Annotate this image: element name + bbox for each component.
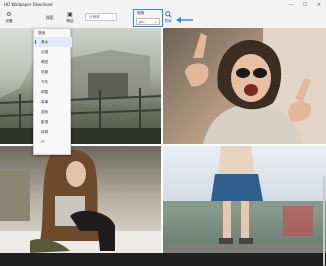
- wallpaper-image: [185, 28, 326, 144]
- arrow-left-icon: [176, 17, 193, 23]
- image-icon: ▣: [67, 11, 73, 18]
- dropdown-item[interactable]: 汽车: [34, 77, 72, 87]
- dropdown-item[interactable]: 体育: [34, 127, 72, 137]
- search-group: 搜索 girl ✕: [133, 9, 163, 27]
- minimize-button[interactable]: —: [284, 0, 298, 9]
- wallpaper-tile[interactable]: [163, 146, 326, 253]
- title-bar: HD Wallpaper Download — ☐ ✕: [0, 0, 326, 9]
- dropdown-item[interactable]: 军事: [34, 97, 72, 107]
- dropdown-item[interactable]: 风景: [34, 67, 72, 77]
- filter-label: 筛选: [66, 19, 74, 23]
- wallpaper-image: [0, 28, 161, 144]
- search-input[interactable]: girl ✕: [136, 18, 160, 25]
- toolbar: ⚙ 设置 搜索 ▣ 筛选 分辨率 ⌄ 搜索 girl ✕ 搜索: [0, 9, 326, 28]
- wallpaper-tile[interactable]: [0, 146, 161, 253]
- wallpaper-tile[interactable]: [0, 28, 161, 144]
- chevron-down-icon: ⌄: [110, 15, 114, 19]
- search-icon: [164, 11, 172, 18]
- resolution-value: 分辨率: [89, 15, 100, 19]
- search-group-caption: 搜索: [137, 11, 145, 15]
- settings-label: 设置: [5, 19, 13, 23]
- dropdown-header: 搜索: [38, 31, 46, 35]
- settings-button[interactable]: ⚙ 设置: [3, 11, 15, 24]
- maximize-button[interactable]: ☐: [298, 0, 312, 9]
- dropdown-item[interactable]: 萌宠: [34, 57, 72, 67]
- dropdown-item[interactable]: 明星: [34, 87, 72, 97]
- wallpaper-image: [163, 146, 326, 253]
- close-button[interactable]: ✕: [312, 0, 326, 9]
- dropdown-item[interactable]: 影视: [34, 117, 72, 127]
- search-button[interactable]: 搜索: [162, 11, 174, 24]
- dropdown-item[interactable]: 美女: [34, 37, 72, 47]
- clear-icon[interactable]: ✕: [154, 19, 157, 25]
- wallpaper-tile[interactable]: [163, 28, 326, 144]
- search-toolbar-label: 搜索: [46, 15, 54, 20]
- resolution-dropdown[interactable]: 分辨率 ⌄: [85, 13, 117, 21]
- category-dropdown: 搜索 美女 动漫 萌宠 风景 汽车 明星 军事 游戏 影视 体育 IT: [33, 28, 72, 155]
- gear-icon: ⚙: [6, 11, 12, 18]
- dropdown-item[interactable]: 游戏: [34, 107, 72, 117]
- search-button-label: 搜索: [164, 19, 172, 23]
- dropdown-item[interactable]: 动漫: [34, 47, 72, 57]
- app-window: HD Wallpaper Download — ☐ ✕ ⚙ 设置 搜索 ▣ 筛选…: [0, 0, 326, 266]
- dropdown-item[interactable]: IT: [34, 137, 72, 147]
- wallpaper-image: [0, 149, 161, 253]
- filter-button[interactable]: ▣ 筛选: [64, 11, 76, 24]
- window-title: HD Wallpaper Download: [4, 2, 53, 7]
- search-input-value: girl: [139, 20, 145, 24]
